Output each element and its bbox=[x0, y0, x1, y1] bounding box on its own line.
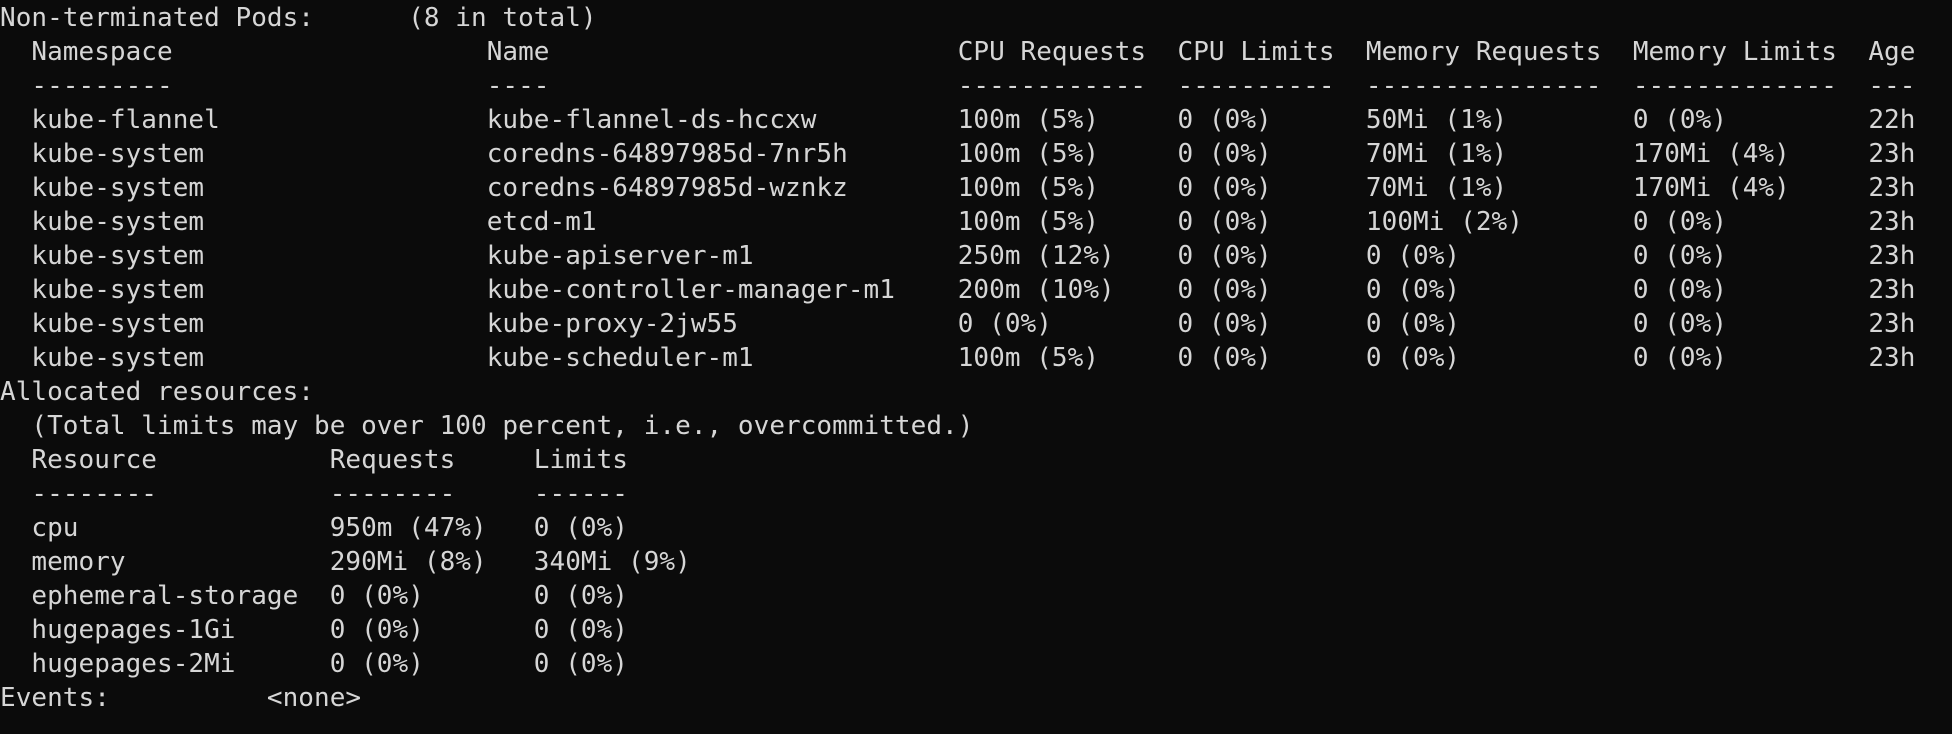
table-row: kube-system coredns-64897985d-wznkz 100m… bbox=[0, 173, 1916, 203]
table-row: memory 290Mi (8%) 340Mi (9%) bbox=[0, 547, 691, 577]
events-line: Events: <none> bbox=[0, 683, 362, 713]
table-row: kube-system etcd-m1 100m (5%) 0 (0%) 100… bbox=[0, 207, 1916, 237]
table-row: kube-system kube-proxy-2jw55 0 (0%) 0 (0… bbox=[0, 309, 1916, 339]
table-row: kube-flannel kube-flannel-ds-hccxw 100m … bbox=[0, 105, 1916, 135]
table-row: kube-system kube-scheduler-m1 100m (5%) … bbox=[0, 343, 1916, 373]
table-row: hugepages-2Mi 0 (0%) 0 (0%) bbox=[0, 649, 629, 679]
table-row: hugepages-1Gi 0 (0%) 0 (0%) bbox=[0, 615, 629, 645]
allocated-heading-line: Allocated resources: bbox=[0, 377, 315, 407]
table-row: cpu 950m (47%) 0 (0%) bbox=[0, 513, 629, 543]
allocated-note-line: (Total limits may be over 100 percent, i… bbox=[0, 411, 974, 441]
allocated-header-line: Resource Requests Limits bbox=[0, 445, 629, 475]
terminal-output[interactable]: Non-terminated Pods: (8 in total) Namesp… bbox=[0, 0, 1952, 734]
pods-header-rule-line: --------- ---- ------------ ---------- -… bbox=[0, 71, 1916, 101]
allocated-header-rule-line: -------- -------- ------ bbox=[0, 479, 629, 509]
table-row: kube-system kube-apiserver-m1 250m (12%)… bbox=[0, 241, 1916, 271]
pods-heading-line: Non-terminated Pods: (8 in total) bbox=[0, 3, 597, 33]
table-row: kube-system coredns-64897985d-7nr5h 100m… bbox=[0, 139, 1916, 169]
pods-header-line: Namespace Name CPU Requests CPU Limits M… bbox=[0, 37, 1916, 67]
table-row: ephemeral-storage 0 (0%) 0 (0%) bbox=[0, 581, 629, 611]
table-row: kube-system kube-controller-manager-m1 2… bbox=[0, 275, 1916, 305]
